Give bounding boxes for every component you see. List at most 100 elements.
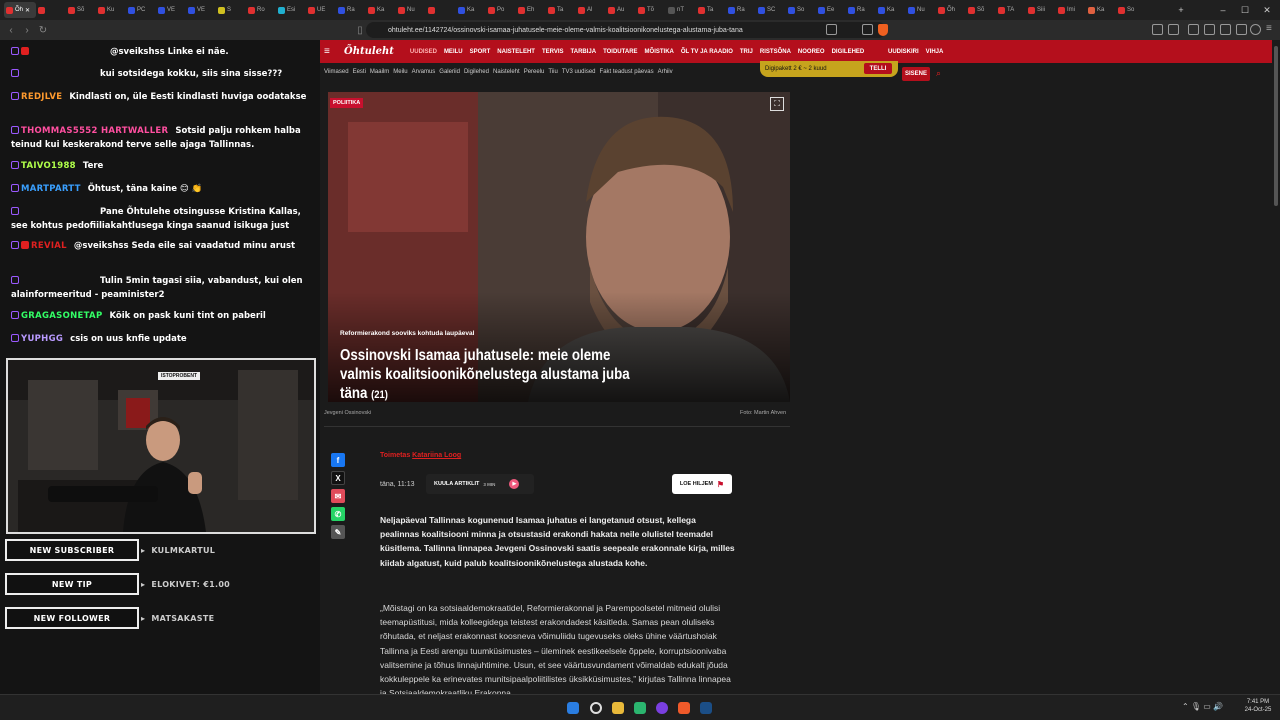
- browser-tab[interactable]: Ra: [726, 2, 756, 18]
- copy-link-icon[interactable]: ✎: [331, 525, 345, 539]
- wallet-icon[interactable]: [1220, 24, 1231, 35]
- app-icon[interactable]: [634, 702, 646, 714]
- nav-item[interactable]: NOOREO: [798, 49, 825, 55]
- author-link[interactable]: Katariina Loog: [412, 452, 461, 459]
- scrollbar-thumb[interactable]: [1274, 46, 1278, 206]
- browser-tab[interactable]: Õh: [936, 2, 966, 18]
- steam-icon[interactable]: [700, 702, 712, 714]
- facebook-share-icon[interactable]: f: [331, 453, 345, 467]
- nav-item[interactable]: TOIDUTARE: [603, 49, 637, 55]
- browser-tab[interactable]: Ee: [816, 2, 846, 18]
- search-icon[interactable]: ⌕: [936, 68, 941, 79]
- comment-count[interactable]: (21): [371, 389, 388, 401]
- nav-item[interactable]: TRIJ: [740, 49, 753, 55]
- vpn-icon[interactable]: [1236, 24, 1247, 35]
- subnav-item[interactable]: Naisteleht: [493, 69, 520, 75]
- minimize-button[interactable]: –: [1212, 0, 1234, 20]
- browser-tab[interactable]: Imi: [1056, 2, 1086, 18]
- browser-tab[interactable]: So: [1116, 2, 1146, 18]
- start-icon[interactable]: [567, 702, 579, 714]
- nav-item[interactable]: MÕISTIKA: [645, 49, 674, 55]
- page-scrollbar[interactable]: [1272, 40, 1280, 694]
- browser-tab[interactable]: Ta: [696, 2, 726, 18]
- section-badge[interactable]: POLIITIKA: [330, 98, 364, 108]
- fullscreen-icon[interactable]: ⛶: [770, 97, 784, 111]
- clock[interactable]: 7:41 PM 24-Oct-25: [1238, 698, 1278, 714]
- browser-tab[interactable]: Ka: [876, 2, 906, 18]
- nav-item[interactable]: ÕL TV JA RAADIO: [681, 49, 733, 55]
- search-taskbar-icon[interactable]: [590, 702, 602, 714]
- whatsapp-share-icon[interactable]: ✆: [331, 507, 345, 521]
- subnav-item[interactable]: Arhiiv: [658, 69, 673, 75]
- sidebar-icon[interactable]: [1168, 24, 1179, 35]
- subnav-item[interactable]: Eesti: [353, 69, 366, 75]
- browser-tab[interactable]: Au: [606, 2, 636, 18]
- browser-tab[interactable]: Sõ: [966, 2, 996, 18]
- nav-right-item[interactable]: VIHJA: [926, 49, 944, 55]
- brave-shield-icon[interactable]: [878, 24, 888, 36]
- browser-tab[interactable]: UE: [306, 2, 336, 18]
- browser-tab[interactable]: SC: [756, 2, 786, 18]
- nav-item[interactable]: TERVIS: [542, 49, 564, 55]
- listen-button[interactable]: KUULA ARTIKLIT 3 MIN ▶: [426, 474, 534, 494]
- panel-icon[interactable]: [1204, 24, 1215, 35]
- browser-tab[interactable]: VE: [186, 2, 216, 18]
- browser-tab[interactable]: VE: [156, 2, 186, 18]
- browser-tab[interactable]: PC: [126, 2, 156, 18]
- forward-icon[interactable]: ›: [19, 22, 35, 38]
- nav-item[interactable]: RISTSÕNA: [760, 49, 791, 55]
- maximize-button[interactable]: ☐: [1234, 0, 1256, 20]
- hamburger-icon[interactable]: ≡: [324, 46, 334, 57]
- read-later-button[interactable]: LOE HILJEM ⚑: [672, 474, 732, 494]
- browser-tab[interactable]: So: [786, 2, 816, 18]
- browser-tab[interactable]: Po: [486, 2, 516, 18]
- browser-tab[interactable]: Al: [576, 2, 606, 18]
- browser-tab[interactable]: nT: [666, 2, 696, 18]
- browser-tab[interactable]: Ra: [336, 2, 366, 18]
- back-icon[interactable]: ‹: [3, 22, 19, 38]
- promo-banner[interactable]: Digipakett 2 € ~ 2 kuud TELLI: [760, 61, 898, 77]
- file-explorer-icon[interactable]: [612, 702, 624, 714]
- browser-tab[interactable]: Ta: [546, 2, 576, 18]
- subnav-item[interactable]: Meilu: [393, 69, 407, 75]
- subscribe-button[interactable]: TELLI: [864, 63, 892, 74]
- brave-icon[interactable]: [678, 702, 690, 714]
- nav-right-item[interactable]: UUDISKIRI: [888, 49, 919, 55]
- subnav-item[interactable]: Digilehed: [464, 69, 489, 75]
- subnav-item[interactable]: Fakt teadust päevas: [600, 69, 654, 75]
- browser-tab[interactable]: Sõ: [66, 2, 96, 18]
- subnav-item[interactable]: Arvamus: [412, 69, 436, 75]
- browser-tab[interactable]: Õh ✕: [4, 2, 36, 18]
- close-window-button[interactable]: ✕: [1256, 0, 1278, 20]
- login-button[interactable]: SISENE: [902, 67, 930, 81]
- browser-tab[interactable]: Ro: [246, 2, 276, 18]
- browser-tab[interactable]: S: [216, 2, 246, 18]
- browser-tab[interactable]: [426, 2, 456, 18]
- nav-item[interactable]: TARBIJA: [571, 49, 597, 55]
- browser-tab[interactable]: Ku: [96, 2, 126, 18]
- browser-tab[interactable]: [36, 2, 66, 18]
- browser-tab[interactable]: Nu: [396, 2, 426, 18]
- tray-icons[interactable]: ⌃ 🎙 ▭ 🔊: [1182, 702, 1223, 711]
- browser-tab[interactable]: Esi: [276, 2, 306, 18]
- browser-tab[interactable]: Ka: [456, 2, 486, 18]
- browser-tab[interactable]: Ka: [366, 2, 396, 18]
- subnav-item[interactable]: Maailm: [370, 69, 389, 75]
- media-icon[interactable]: [1188, 24, 1199, 35]
- translate-icon[interactable]: [826, 24, 837, 35]
- browser-tab[interactable]: Tõ: [636, 2, 666, 18]
- share-icon[interactable]: [862, 24, 873, 35]
- browser-tab[interactable]: Siii: [1026, 2, 1056, 18]
- new-tab-button[interactable]: +: [1170, 0, 1192, 20]
- browser-tab[interactable]: Eh: [516, 2, 546, 18]
- nav-item[interactable]: UUDISED: [410, 49, 437, 55]
- browser-tab[interactable]: Ka: [1086, 2, 1116, 18]
- x-share-icon[interactable]: X: [331, 471, 345, 485]
- tab-close-icon[interactable]: ✕: [25, 7, 30, 14]
- nav-item[interactable]: SPORT: [470, 49, 491, 55]
- url-field[interactable]: ohtuleht.ee/1142724/ossinovski-isamaa-ju…: [366, 22, 886, 38]
- extension-icon[interactable]: [1152, 24, 1163, 35]
- reload-icon[interactable]: ↻: [35, 22, 51, 38]
- browser-tab[interactable]: Ra: [846, 2, 876, 18]
- subnav-item[interactable]: Viimased: [324, 69, 349, 75]
